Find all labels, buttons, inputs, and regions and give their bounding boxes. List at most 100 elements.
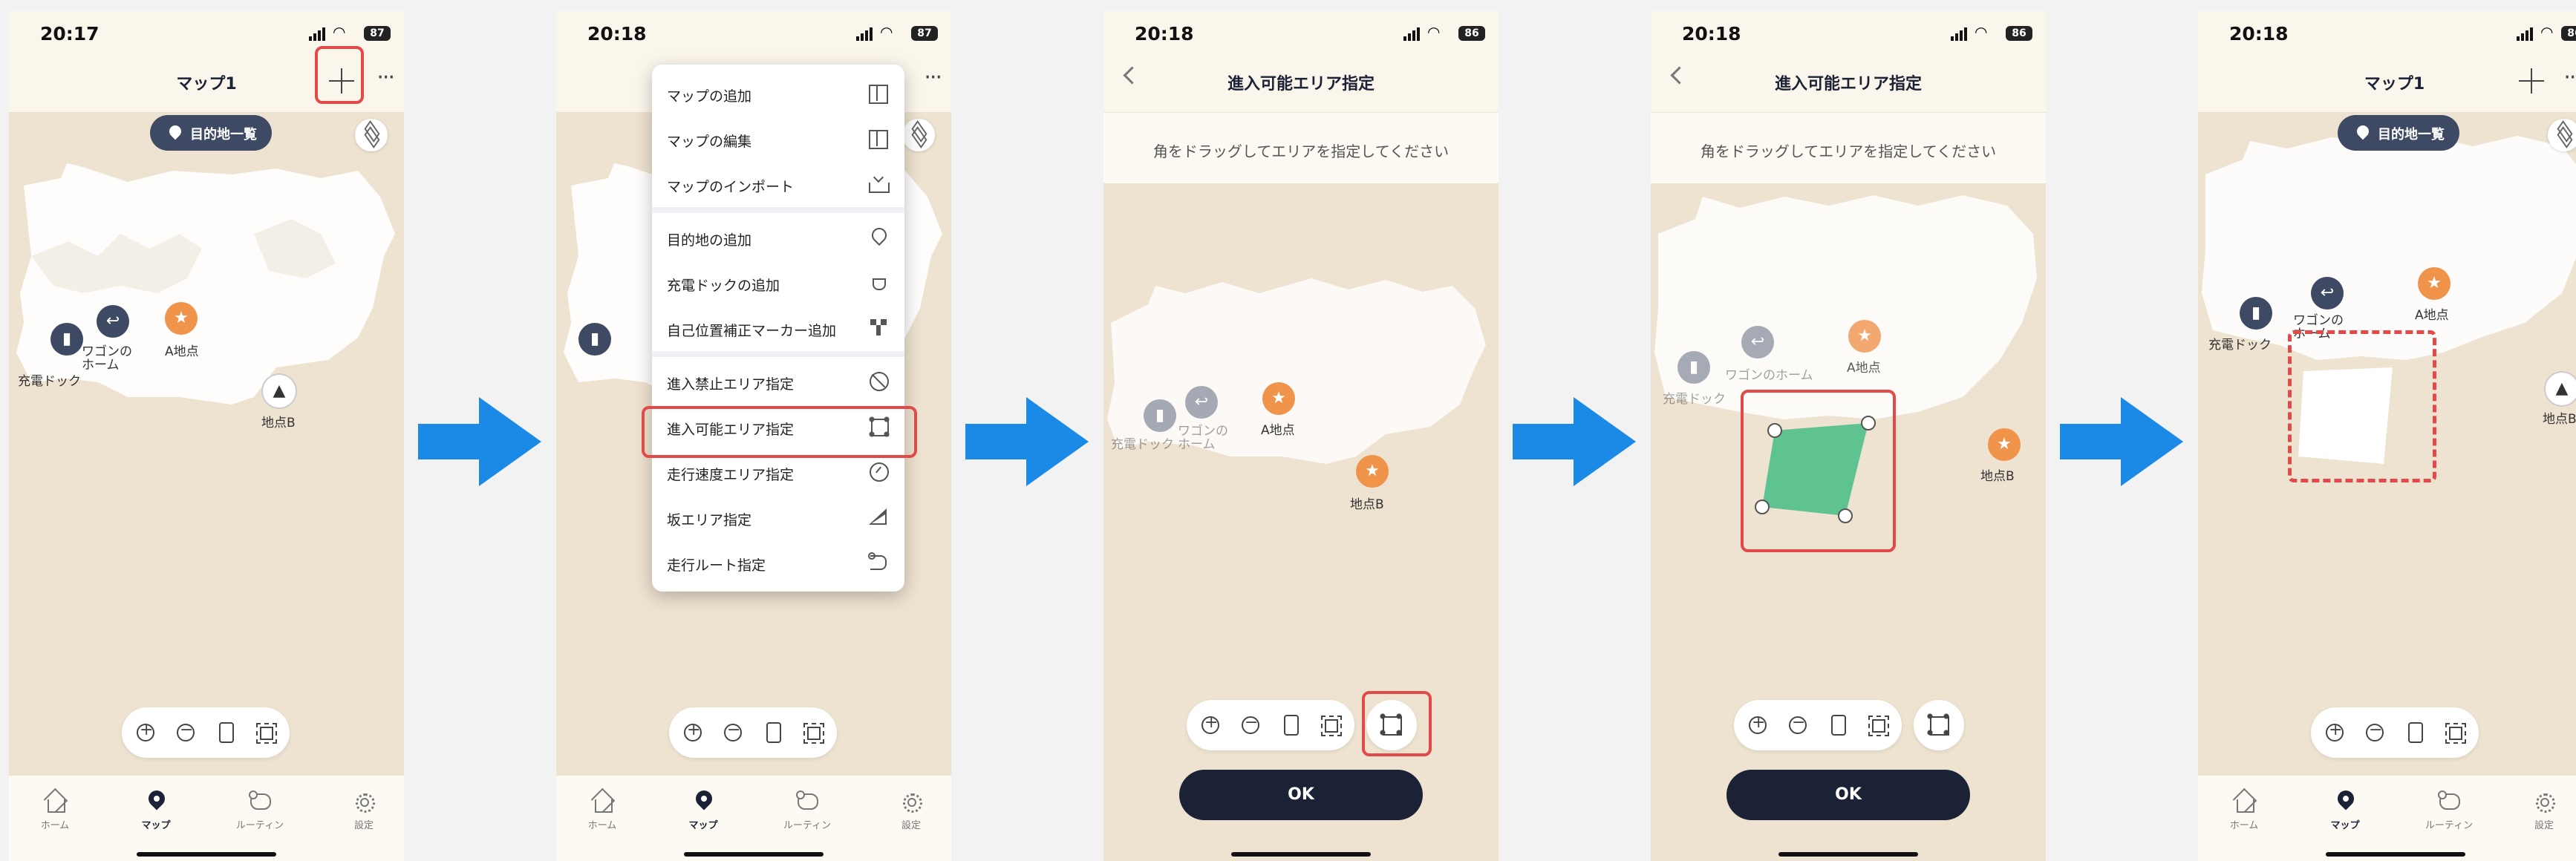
tab-label: 設定 xyxy=(2534,820,2554,831)
tab-map[interactable]: マップ xyxy=(674,789,733,831)
zoom-in-icon[interactable] xyxy=(1743,708,1773,740)
ok-button[interactable]: OK xyxy=(1179,770,1423,820)
home-icon xyxy=(590,789,615,814)
dock-label: 充電ドック xyxy=(1663,392,1726,407)
layers-icon[interactable] xyxy=(355,119,388,151)
layers-icon[interactable] xyxy=(2548,119,2576,151)
tab-label: マップ xyxy=(2330,820,2360,831)
tab-label: マップ xyxy=(141,820,171,831)
tab-routine[interactable]: ルーティン xyxy=(777,789,837,831)
return-icon: ↩ xyxy=(1185,386,1218,419)
locate-dock-icon[interactable] xyxy=(758,718,788,747)
wifi-icon: ◠ xyxy=(1975,23,1988,41)
wagon-label: ワゴンのホーム xyxy=(1178,424,1228,452)
step-arrow-1 xyxy=(418,397,541,486)
menu-item-marker-add[interactable]: 自己位置補正マーカー追加 xyxy=(652,305,904,350)
menu-item-map-edit[interactable]: マップの編集 xyxy=(652,116,904,160)
fit-map-icon[interactable] xyxy=(1316,710,1346,740)
destinations-button[interactable]: 目的地一覧 xyxy=(150,115,272,151)
b-point-label: 地点B xyxy=(2543,412,2576,427)
tab-settings[interactable]: 設定 xyxy=(334,789,394,831)
menu-item-map-add[interactable]: マップの追加 xyxy=(652,71,904,115)
menu-item-label: マップの追加 xyxy=(667,88,752,105)
locate-dock-icon[interactable] xyxy=(211,718,241,747)
destinations-button[interactable]: 目的地一覧 xyxy=(2338,115,2459,151)
tab-settings[interactable]: 設定 xyxy=(881,789,941,831)
tab-label: 設定 xyxy=(353,820,374,831)
home-icon xyxy=(2231,789,2257,814)
menu-item-destination-add[interactable]: 目的地の追加 xyxy=(652,215,904,259)
map-pin-icon xyxy=(2332,789,2358,814)
tab-home[interactable]: ホーム xyxy=(25,789,85,831)
zoom-out-icon[interactable] xyxy=(1236,708,1265,740)
home-indicator xyxy=(1778,852,1918,857)
add-icon[interactable] xyxy=(2517,66,2546,96)
menu-item-label: 走行速度エリア指定 xyxy=(667,467,795,483)
menu-item-no-entry-area[interactable]: 進入禁止エリア指定 xyxy=(652,359,904,403)
tab-map[interactable]: マップ xyxy=(2315,789,2375,831)
menu-item-slope-area[interactable]: 坂エリア指定 xyxy=(652,494,904,539)
wifi-icon: ◠ xyxy=(1427,23,1441,41)
fit-map-icon[interactable] xyxy=(798,718,828,747)
menu-item-dock-add[interactable]: 充電ドックの追加 xyxy=(652,260,904,304)
ok-button[interactable]: OK xyxy=(1726,770,1970,820)
dock-label: 充電ドック xyxy=(18,374,81,389)
marker-icon xyxy=(867,316,890,338)
zoom-out-icon[interactable] xyxy=(2360,716,2390,747)
screen-area-editing: 20:18 ◠ 86 進入可能エリア指定 角をドラッグしてエリアを指定してくださ… xyxy=(1651,11,2046,861)
zoom-in-icon[interactable] xyxy=(1196,708,1225,740)
dock-icon: ▮ xyxy=(2240,297,2272,330)
more-icon[interactable]: ··· xyxy=(376,67,395,89)
fit-map-icon[interactable] xyxy=(2440,718,2470,747)
dock-label: 充電ドック xyxy=(1111,437,1174,452)
tab-bar: ホーム マップ ルーティン 設定 xyxy=(2198,776,2576,861)
fit-map-icon[interactable] xyxy=(1863,710,1893,740)
tab-label: ルーティン xyxy=(2425,820,2474,831)
more-icon[interactable]: ··· xyxy=(924,67,942,89)
area-draw-button[interactable] xyxy=(1914,700,1964,750)
tab-home[interactable]: ホーム xyxy=(2214,789,2274,831)
routine-icon xyxy=(795,789,820,814)
more-icon[interactable]: ··· xyxy=(2563,67,2576,89)
battery-indicator: 86 xyxy=(1458,26,1485,41)
tab-settings[interactable]: 設定 xyxy=(2514,789,2574,831)
zoom-out-icon[interactable] xyxy=(171,716,200,747)
menu-item-label: 進入禁止エリア指定 xyxy=(667,376,795,393)
plug-icon xyxy=(867,271,890,293)
zoom-in-icon[interactable] xyxy=(678,716,708,747)
zoom-in-icon[interactable] xyxy=(2320,716,2350,747)
star-icon: ★ xyxy=(1262,382,1295,415)
locate-dock-icon[interactable] xyxy=(1823,710,1853,740)
menu-item-map-import[interactable]: マップのインポート xyxy=(652,161,904,206)
tab-routine[interactable]: ルーティン xyxy=(230,789,290,831)
robot-icon: ▲ xyxy=(263,375,296,407)
screen-map-result: 20:18 ◠ 86 マップ1 ··· 目的地一覧 ▮ 充電ドック ↩ ワゴンの… xyxy=(2198,11,2576,861)
fit-map-icon[interactable] xyxy=(251,718,281,747)
tab-routine[interactable]: ルーティン xyxy=(2419,789,2479,831)
star-icon: ★ xyxy=(165,302,198,335)
locate-dock-icon[interactable] xyxy=(2400,718,2430,747)
tab-map[interactable]: マップ xyxy=(126,789,186,831)
a-point-label: A地点 xyxy=(2415,308,2449,323)
zoom-out-icon[interactable] xyxy=(1783,708,1813,740)
locate-dock-icon[interactable] xyxy=(1276,710,1305,740)
status-time: 20:18 xyxy=(1135,23,1194,45)
screen-area-setup: 20:18 ◠ 86 進入可能エリア指定 角をドラッグしてエリアを指定してくださ… xyxy=(1103,11,1499,861)
slope-icon xyxy=(867,505,890,528)
zoom-in-icon[interactable] xyxy=(131,716,160,747)
return-icon: ↩ xyxy=(2311,277,2344,310)
menu-item-label: マップの編集 xyxy=(667,134,752,150)
a-point-label: A地点 xyxy=(1261,423,1295,438)
status-bar: 20:18 ◠ 86 xyxy=(1651,11,2046,56)
tab-home[interactable]: ホーム xyxy=(573,789,632,831)
star-icon: ★ xyxy=(1988,428,2021,461)
map-add-icon xyxy=(867,82,890,104)
tab-label: ホーム xyxy=(40,820,70,831)
zoom-out-icon[interactable] xyxy=(718,716,748,747)
tab-label: マップ xyxy=(688,820,718,831)
status-time: 20:18 xyxy=(587,23,647,45)
layers-icon[interactable] xyxy=(902,119,935,151)
gear-icon xyxy=(2531,789,2557,814)
highlight-allowed-area-item xyxy=(642,406,917,458)
menu-item-route[interactable]: 走行ルート指定 xyxy=(652,540,904,584)
